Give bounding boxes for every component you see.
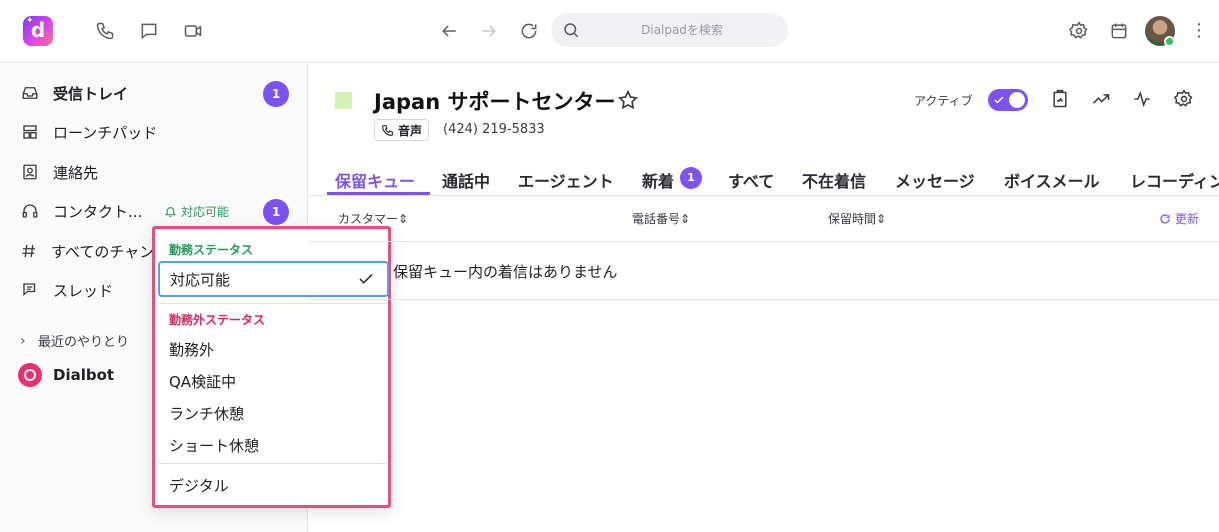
divider — [158, 463, 387, 464]
recent-section-toggle[interactable]: › 最近のやりとり — [20, 331, 130, 351]
tab-all[interactable]: すべて — [728, 168, 774, 192]
empty-state: 保留キュー内の着信はありません — [308, 243, 1219, 300]
new-count-badge: 1 — [680, 167, 702, 189]
availability-status[interactable]: 対応可能 — [164, 203, 229, 220]
column-label: 保留時間 — [828, 212, 877, 226]
launchpad-icon — [20, 122, 40, 142]
contact-center-count-badge: 1 — [263, 199, 289, 225]
inbox-count-badge: 1 — [263, 81, 289, 107]
sidebar-item-all-channels[interactable]: すべてのチャンネル — [20, 239, 155, 263]
status-option-short-break[interactable]: ショート休憩 — [169, 435, 259, 456]
sort-icon: ⇕ — [398, 212, 409, 226]
voice-chip: 音声 — [374, 119, 430, 141]
sidebar-item-contact-center[interactable]: コンタクト... — [20, 199, 155, 223]
tab-voicemail[interactable]: ボイスメール — [1004, 168, 1100, 192]
toggle-knob — [1009, 92, 1025, 108]
refresh-icon — [1160, 213, 1170, 224]
clipboard-icon[interactable] — [1050, 89, 1072, 111]
message-icon[interactable] — [138, 20, 160, 42]
status-label: 対応可能 — [181, 205, 230, 219]
tab-agents[interactable]: エージェント — [518, 168, 614, 192]
more-icon[interactable]: ⋮ — [1190, 20, 1208, 42]
tab-recordings[interactable]: レコーディング — [1130, 168, 1219, 192]
phone-icon[interactable] — [94, 20, 116, 42]
active-label: アクティブ — [914, 94, 973, 108]
forward-icon[interactable] — [478, 20, 500, 42]
search-input[interactable] — [587, 13, 777, 47]
tab-missed[interactable]: 不在着信 — [802, 168, 866, 192]
active-tab-indicator — [327, 192, 430, 195]
sidebar-item-label: すべてのチャンネル — [51, 242, 155, 261]
voice-label: 音声 — [398, 123, 423, 138]
phone-icon — [382, 124, 393, 136]
pulse-icon[interactable] — [1132, 89, 1154, 111]
back-icon[interactable] — [438, 20, 460, 42]
on-duty-status-header: 勤務ステータス — [169, 243, 254, 257]
headset-icon — [20, 201, 40, 221]
sidebar-item-inbox[interactable]: 受信トレイ — [20, 81, 295, 105]
dialbot-icon — [18, 363, 42, 387]
sort-icon: ⇕ — [876, 212, 887, 226]
sidebar-item-dialbot[interactable]: Dialbot — [18, 363, 114, 387]
sidebar-item-label: ローンチパッド — [53, 123, 158, 142]
hash-icon — [20, 241, 38, 261]
sidebar-item-label: コンタクト... — [53, 202, 143, 221]
contacts-icon — [20, 162, 40, 182]
divider — [158, 303, 387, 304]
tab-new[interactable]: 新着 — [642, 168, 674, 192]
status-option-qa[interactable]: QA検証中 — [169, 371, 236, 392]
bell-icon — [164, 207, 177, 217]
active-toggle[interactable] — [988, 89, 1028, 111]
status-option-label: 対応可能 — [170, 270, 231, 289]
search-bar[interactable] — [551, 13, 788, 47]
online-status-dot — [1164, 36, 1175, 47]
sidebar-item-threads[interactable]: スレッド — [20, 278, 155, 302]
sparkle-icon: ✦ — [26, 16, 34, 26]
search-icon — [564, 23, 579, 38]
refresh-button[interactable]: 更新 — [1159, 210, 1199, 227]
sidebar-item-label: 連絡先 — [53, 163, 99, 182]
table-header: カスタマー⇕ 電話番号⇕ 保留時間⇕ 更新 — [308, 197, 1219, 242]
off-duty-status-header: 勤務外ステータス — [169, 313, 266, 327]
top-bar: ✦ d ⋮ — [0, 0, 1219, 63]
settings-icon[interactable] — [1173, 89, 1196, 111]
dialbot-label: Dialbot — [53, 366, 115, 384]
sort-icon: ⇕ — [680, 212, 691, 226]
column-phone[interactable]: 電話番号⇕ — [632, 210, 690, 227]
trend-icon[interactable] — [1091, 89, 1113, 111]
queue-phone-number: (424) 219-5833 — [443, 122, 545, 137]
video-icon[interactable] — [182, 20, 204, 42]
refresh-label: 更新 — [1174, 212, 1199, 226]
star-icon[interactable] — [617, 89, 639, 111]
column-hold-time[interactable]: 保留時間⇕ — [828, 210, 886, 227]
gear-icon[interactable] — [1068, 20, 1090, 42]
dialpad-logo[interactable]: ✦ d — [23, 16, 53, 46]
tab-bar: 保留キュー 通話中 エージェント 新着 1 すべて 不在着信 メッセージ ボイス… — [308, 160, 1219, 196]
status-option-off-duty[interactable]: 勤務外 — [169, 339, 214, 360]
empty-message: 保留キュー内の着信はありません — [393, 263, 618, 281]
status-option-digital[interactable]: デジタル — [169, 475, 229, 496]
sidebar-item-contacts[interactable]: 連絡先 — [20, 160, 295, 184]
column-customer[interactable]: カスタマー⇕ — [338, 210, 408, 227]
reload-icon[interactable] — [518, 20, 540, 42]
tab-messages[interactable]: メッセージ — [895, 168, 975, 192]
tab-on-call[interactable]: 通話中 — [442, 168, 490, 192]
sidebar-item-launchpad[interactable]: ローンチパッド — [20, 120, 295, 144]
column-label: カスタマー — [338, 212, 399, 226]
inbox-icon — [20, 83, 40, 103]
calendar-icon[interactable] — [1108, 20, 1130, 42]
tab-hold-queue[interactable]: 保留キュー — [335, 168, 415, 192]
sidebar-item-label: スレッド — [53, 281, 114, 300]
status-option-lunch[interactable]: ランチ休憩 — [169, 403, 244, 424]
recent-label: 最近のやりとり — [38, 335, 130, 350]
chevron-right-icon: › — [20, 332, 26, 349]
page-title: Japan サポートセンター — [374, 90, 616, 114]
check-icon — [994, 96, 1004, 104]
queue-color-swatch — [335, 92, 352, 109]
threads-icon — [20, 280, 40, 300]
column-label: 電話番号 — [632, 212, 681, 226]
sidebar-item-label: 受信トレイ — [53, 84, 129, 103]
